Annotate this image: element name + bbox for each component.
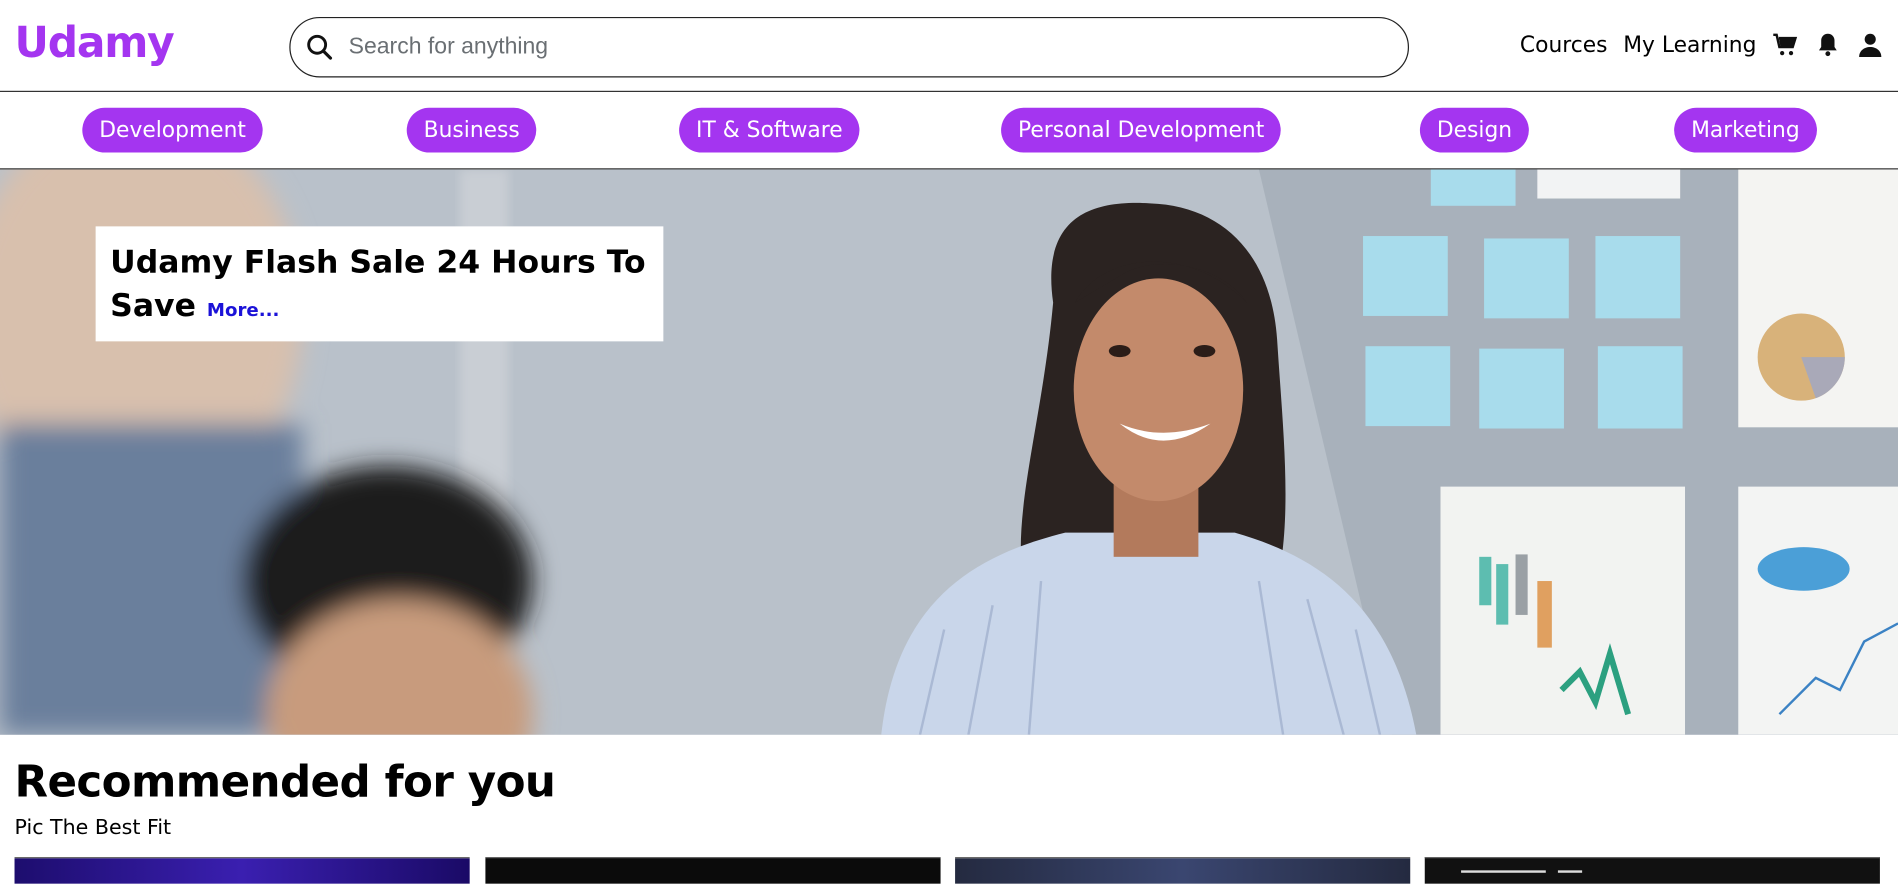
nav-my-learning-link[interactable]: My Learning bbox=[1623, 32, 1756, 57]
recommended-title: Recommended for you bbox=[14, 757, 556, 808]
logo[interactable]: Udamy bbox=[15, 19, 175, 67]
bell-icon[interactable] bbox=[1815, 31, 1842, 58]
search-input[interactable] bbox=[346, 21, 1408, 73]
search-icon[interactable] bbox=[305, 33, 334, 62]
course-card[interactable] bbox=[14, 857, 470, 884]
category-marketing[interactable]: Marketing bbox=[1674, 107, 1817, 153]
course-card[interactable] bbox=[1424, 857, 1880, 884]
course-card[interactable] bbox=[955, 857, 1411, 884]
promo-title-text: Udamy Flash Sale 24 Hours To Save bbox=[110, 244, 646, 325]
promo-title: Udamy Flash Sale 24 Hours To Save More..… bbox=[110, 241, 649, 332]
top-header: Udamy Cources My Learning bbox=[0, 0, 1898, 92]
page: Udamy Cources My Learning bbox=[0, 0, 1898, 884]
category-personal-development[interactable]: Personal Development bbox=[1001, 107, 1282, 153]
search-bar[interactable] bbox=[289, 16, 1410, 78]
category-development[interactable]: Development bbox=[82, 107, 263, 153]
header-nav: Cources My Learning bbox=[1520, 31, 1884, 58]
course-card[interactable] bbox=[485, 857, 941, 884]
course-cards-row bbox=[14, 857, 1885, 884]
promo-more-link[interactable]: More... bbox=[207, 299, 280, 321]
promo-card: Udamy Flash Sale 24 Hours To Save More..… bbox=[95, 226, 664, 342]
nav-courses-link[interactable]: Cources bbox=[1520, 32, 1608, 57]
user-icon[interactable] bbox=[1857, 31, 1884, 58]
cart-icon[interactable] bbox=[1772, 31, 1799, 58]
category-bar: Development Business IT & Software Perso… bbox=[0, 91, 1898, 170]
category-business[interactable]: Business bbox=[406, 107, 537, 153]
category-design[interactable]: Design bbox=[1419, 107, 1530, 153]
card-thumbnail-line bbox=[1461, 870, 1546, 873]
card-thumbnail-line bbox=[1557, 870, 1583, 873]
category-it-software[interactable]: IT & Software bbox=[679, 107, 860, 153]
hero-banner: Udamy Flash Sale 24 Hours To Save More..… bbox=[0, 169, 1898, 735]
recommended-subtitle: Pic The Best Fit bbox=[14, 815, 172, 841]
